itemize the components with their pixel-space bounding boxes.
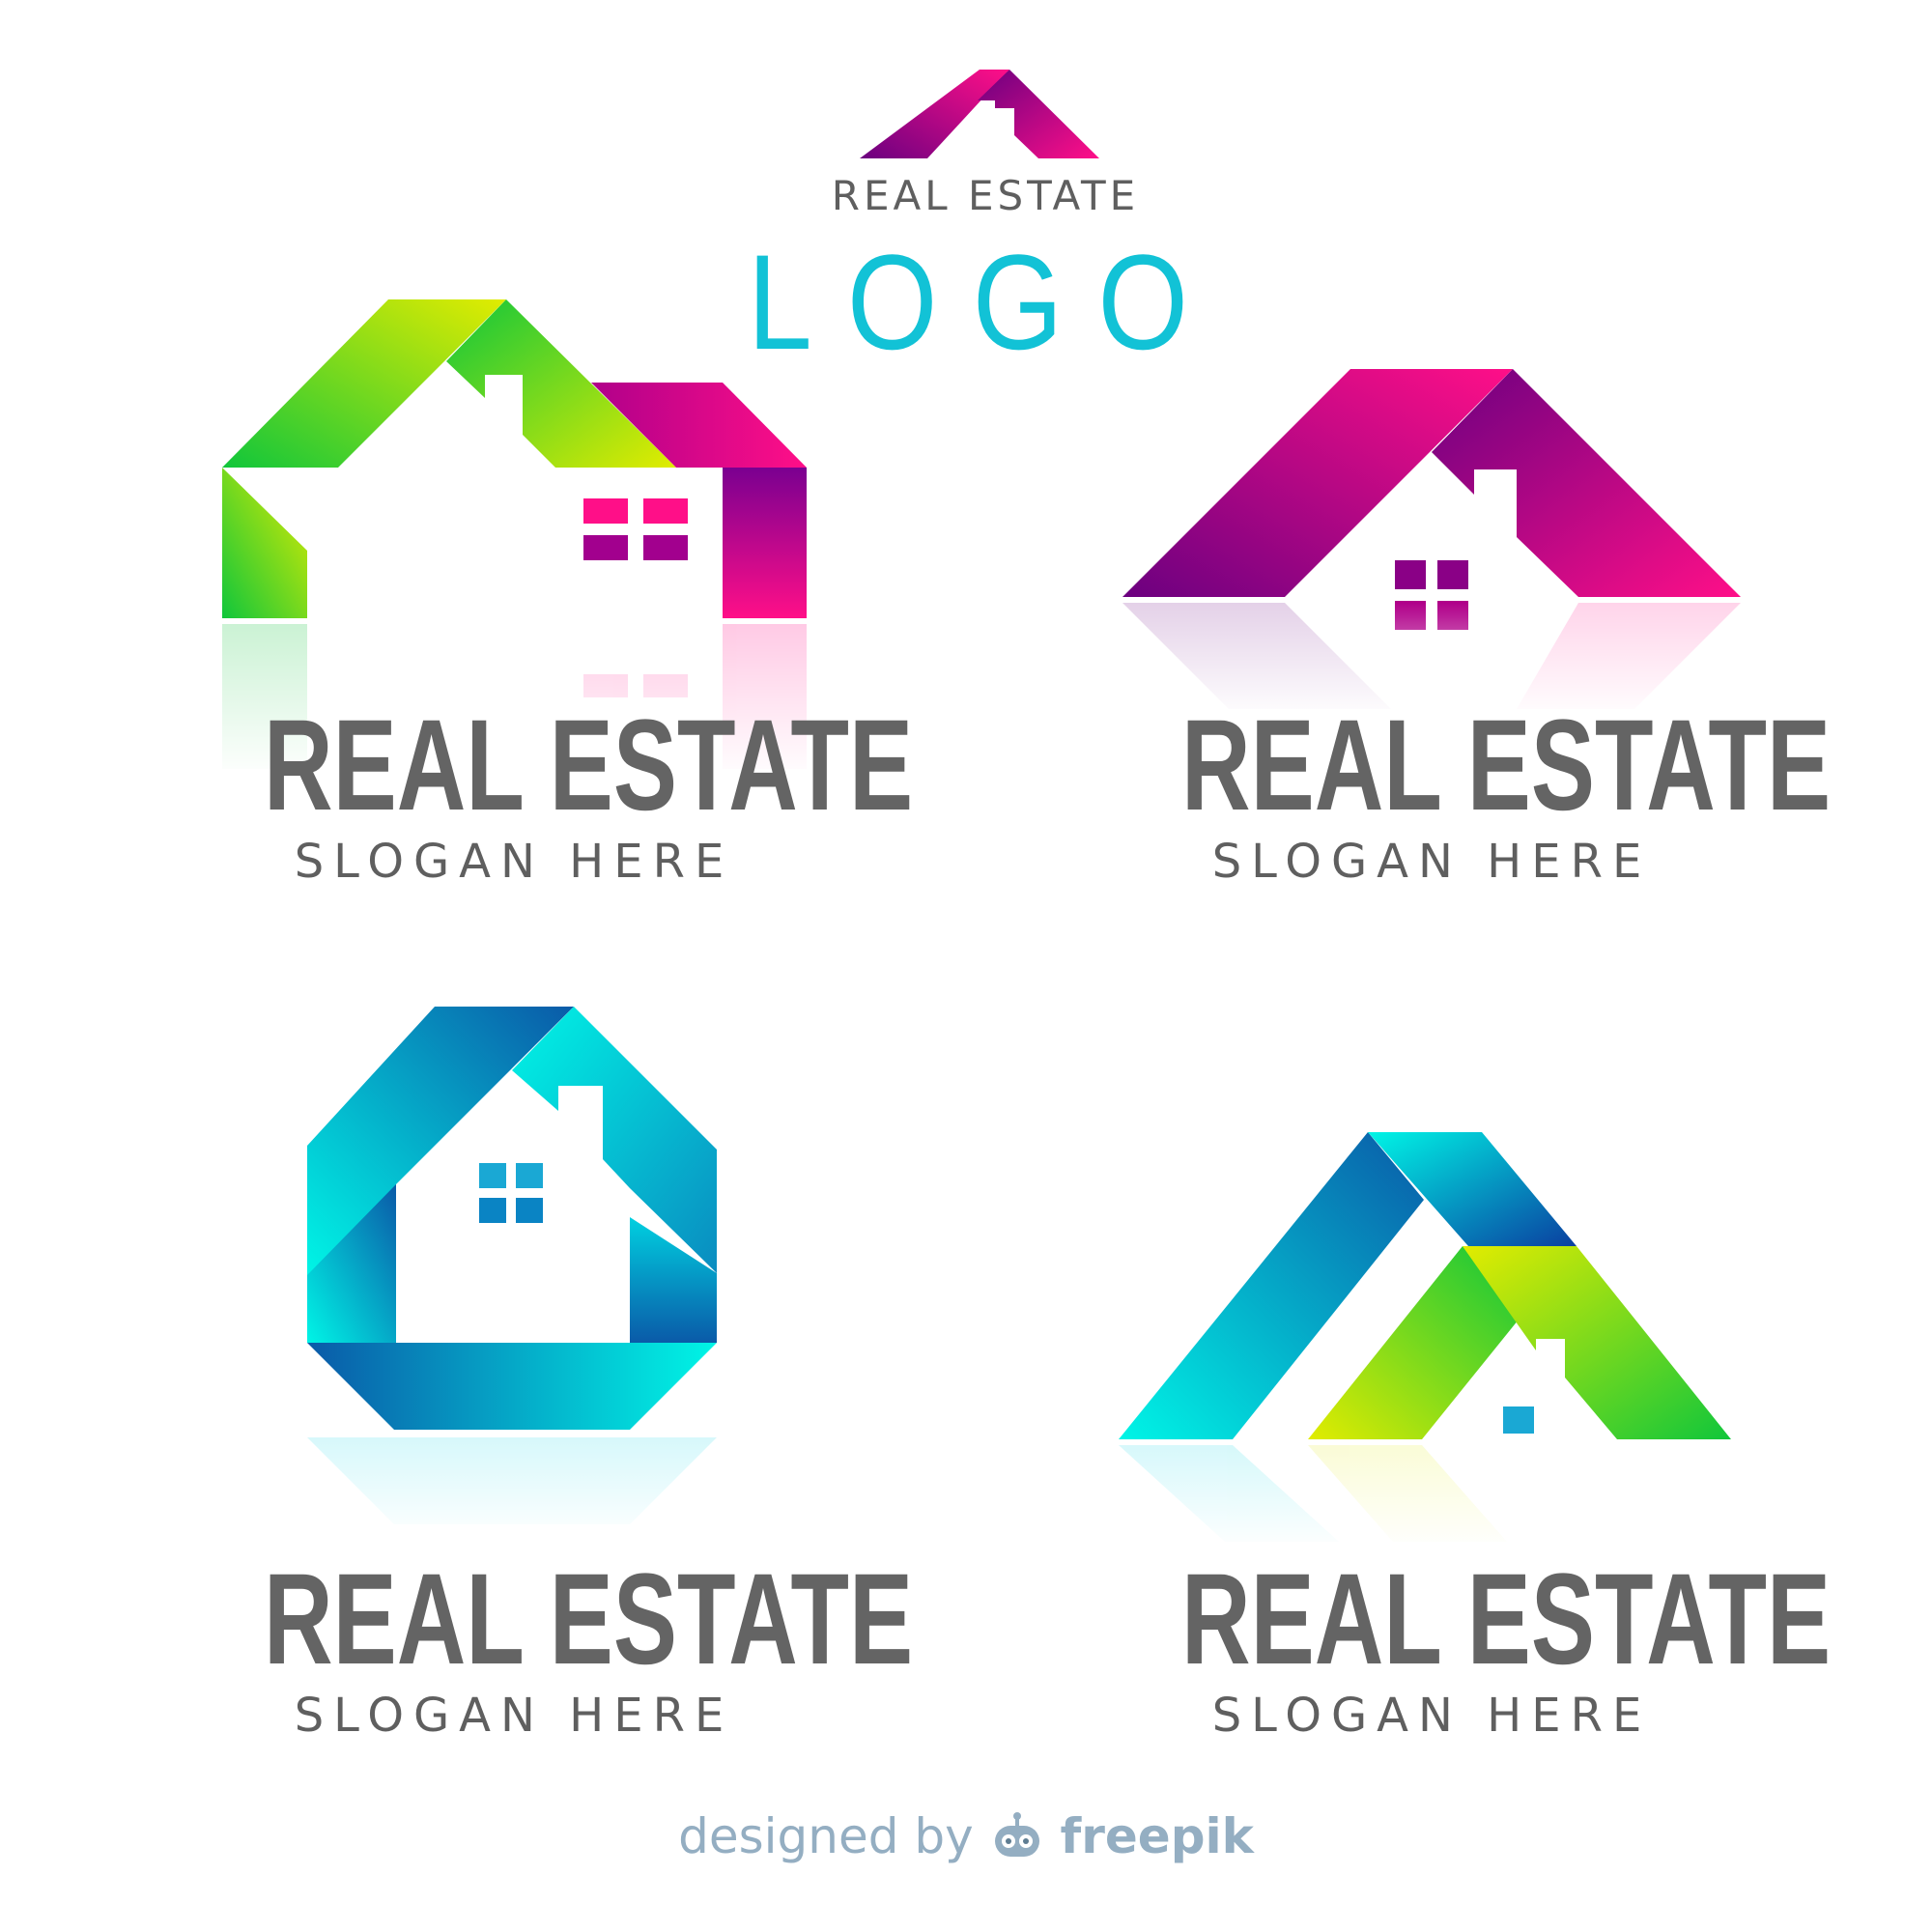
logo-3-slogan: SLOGAN HERE [294, 1689, 734, 1743]
credit-prefix: designed by [678, 1808, 974, 1864]
logo-4-house-icon [1101, 1132, 1758, 1551]
logo-4-slogan: SLOGAN HERE [1211, 1689, 1652, 1743]
freepik-credit: designed by freepik [638, 1808, 1294, 1864]
freepik-robot-icon [994, 1812, 1039, 1857]
logo-4-title: REAL ESTATE [1181, 1548, 1832, 1691]
credit-brand: freepik [1060, 1808, 1254, 1864]
